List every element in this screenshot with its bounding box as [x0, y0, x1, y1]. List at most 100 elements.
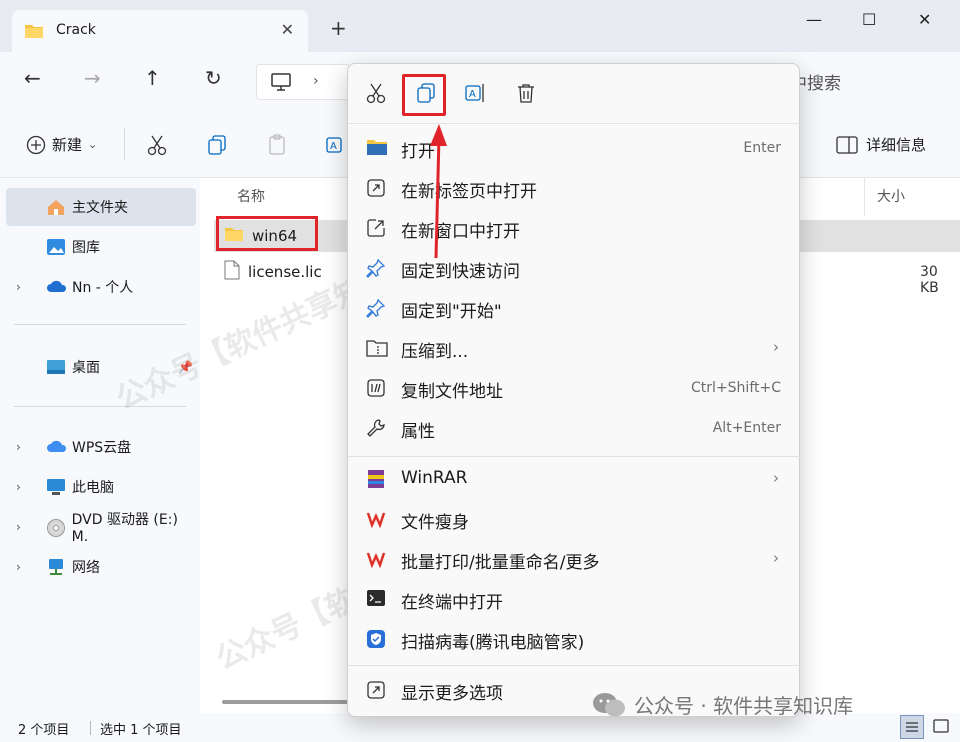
menu-item-label: 显示更多选项: [401, 684, 503, 704]
menu-item-batch[interactable]: 批量打印/批量重命名/更多 ›: [348, 539, 801, 579]
copy-path-icon: [366, 378, 388, 398]
menu-item-label: 文件瘦身: [401, 513, 469, 533]
menu-item-properties[interactable]: 属性 Alt+Enter: [348, 408, 801, 448]
wechat-watermark: 公众号 · 软件共享知识库: [592, 690, 853, 719]
chevron-right-icon[interactable]: ›: [16, 280, 32, 294]
chevron-down-icon: ⌄: [88, 138, 98, 151]
rename-icon[interactable]: A: [465, 82, 487, 108]
menu-item-winrar[interactable]: WinRAR ›: [348, 459, 801, 499]
wechat-label: 公众号 · 软件共享知识库: [634, 694, 854, 718]
details-view-button[interactable]: [900, 715, 924, 739]
column-divider[interactable]: [864, 178, 865, 216]
new-window-icon: [366, 218, 388, 238]
sidebar-item-label: WPS云盘: [72, 440, 132, 456]
details-label: 详细信息: [866, 136, 927, 154]
refresh-button[interactable]: ↻: [205, 68, 222, 88]
forward-button[interactable]: →: [84, 68, 101, 88]
close-window-button[interactable]: ✕: [918, 10, 931, 29]
menu-item-open-new-window[interactable]: 在新窗口中打开: [348, 208, 801, 248]
tab-title: Crack: [56, 22, 96, 38]
cut-icon[interactable]: [365, 82, 387, 108]
tab-close-icon[interactable]: ✕: [281, 20, 294, 39]
list-view-icon: [906, 722, 918, 732]
details-pane-icon: [836, 135, 858, 154]
menu-item-scan-virus[interactable]: 扫描病毒(腾讯电脑管家): [348, 619, 801, 659]
back-button[interactable]: ←: [24, 68, 41, 88]
menu-item-terminal[interactable]: 在终端中打开: [348, 579, 801, 619]
svg-text:A: A: [469, 89, 476, 100]
file-icon: [224, 260, 240, 284]
chevron-right-icon[interactable]: ›: [16, 520, 32, 534]
sidebar-item-label: 此电脑: [72, 480, 114, 496]
menu-divider: [348, 665, 801, 666]
chevron-right-icon: ›: [773, 469, 779, 487]
chevron-right-icon[interactable]: ›: [16, 480, 32, 494]
svg-text:A: A: [330, 141, 337, 152]
chevron-right-icon[interactable]: ›: [313, 73, 319, 89]
tiles-view-icon: [933, 719, 949, 733]
tiles-view-button[interactable]: [930, 715, 954, 739]
minimize-button[interactable]: —: [806, 10, 822, 29]
menu-item-slim-file[interactable]: 文件瘦身: [348, 499, 801, 539]
maximize-button[interactable]: ☐: [862, 10, 876, 29]
menu-item-compress[interactable]: 压缩到... ›: [348, 328, 801, 368]
rename-icon[interactable]: A: [326, 134, 348, 160]
menu-item-label: 复制文件地址: [401, 382, 503, 402]
chevron-right-icon[interactable]: ›: [16, 560, 32, 574]
network-icon: [46, 558, 66, 576]
sidebar-item-gallery[interactable]: 图库: [6, 228, 196, 266]
delete-icon[interactable]: [515, 82, 537, 108]
new-tab-button[interactable]: +: [330, 18, 347, 38]
menu-item-label: 扫描病毒(腾讯电脑管家): [401, 633, 585, 653]
desktop-icon: [46, 358, 66, 376]
sidebar-item-home[interactable]: 主文件夹: [6, 188, 196, 226]
sidebar-item-wps-cloud[interactable]: › WPS云盘: [6, 428, 196, 466]
chevron-right-icon: ›: [773, 338, 779, 356]
address-input[interactable]: ›: [256, 64, 350, 100]
sidebar-item-dvd[interactable]: › DVD 驱动器 (E:) M.: [6, 508, 196, 546]
status-divider: [90, 721, 91, 735]
menu-item-open-new-tab[interactable]: 在新标签页中打开: [348, 168, 801, 208]
chevron-right-icon[interactable]: ›: [16, 440, 32, 454]
column-header-name[interactable]: 名称: [237, 186, 265, 206]
menu-item-label: 在新标签页中打开: [401, 182, 537, 202]
menu-item-label: 压缩到...: [401, 342, 469, 362]
wps-icon: [366, 509, 388, 529]
sidebar-item-label: 主文件夹: [72, 200, 128, 216]
item-count: 2 个项目: [18, 723, 70, 738]
annotation-arrow-icon: [430, 124, 447, 259]
menu-item-shortcut: Enter: [743, 140, 781, 156]
home-icon: [46, 198, 66, 216]
pin-icon[interactable]: 📌: [178, 360, 193, 374]
tab-crack[interactable]: Crack ✕: [12, 10, 308, 52]
new-button[interactable]: 新建 ⌄: [26, 134, 97, 155]
menu-item-pin-quick-access[interactable]: 固定到快速访问: [348, 248, 801, 288]
column-header-size[interactable]: 大小: [877, 186, 905, 206]
menu-item-copy-path[interactable]: 复制文件地址 Ctrl+Shift+C: [348, 368, 801, 408]
chevron-right-icon: ›: [773, 549, 779, 567]
pin-icon: [366, 258, 388, 278]
highlight-box: [402, 74, 446, 116]
cut-icon[interactable]: [146, 134, 168, 160]
new-tab-icon: [366, 178, 388, 198]
pin-icon: [366, 298, 388, 318]
menu-item-label: 批量打印/批量重命名/更多: [401, 553, 600, 573]
sidebar-item-network[interactable]: › 网络: [6, 548, 196, 586]
navigation-pane: 主文件夹 图库 › Nn - 个人 桌面 📌 › WPS云盘 › 此电脑 › D…: [0, 178, 200, 713]
menu-item-open[interactable]: 打开 Enter: [348, 128, 801, 168]
sidebar-item-this-pc[interactable]: › 此电脑: [6, 468, 196, 506]
paste-icon[interactable]: [266, 134, 288, 160]
sidebar-item-label: 桌面: [72, 360, 100, 376]
copy-icon[interactable]: [206, 134, 228, 160]
gallery-icon: [46, 238, 66, 256]
sidebar-divider: [14, 406, 186, 407]
menu-item-pin-start[interactable]: 固定到"开始": [348, 288, 801, 328]
selected-count: 选中 1 个项目: [100, 723, 182, 738]
monitor-icon: [271, 73, 291, 95]
sidebar-item-onedrive[interactable]: › Nn - 个人: [6, 268, 196, 306]
details-button[interactable]: 详细信息: [836, 134, 926, 155]
sidebar-item-desktop[interactable]: 桌面: [6, 348, 196, 386]
highlight-box: [216, 216, 318, 251]
up-button[interactable]: ↑: [144, 68, 161, 88]
wps-icon: [366, 549, 388, 569]
